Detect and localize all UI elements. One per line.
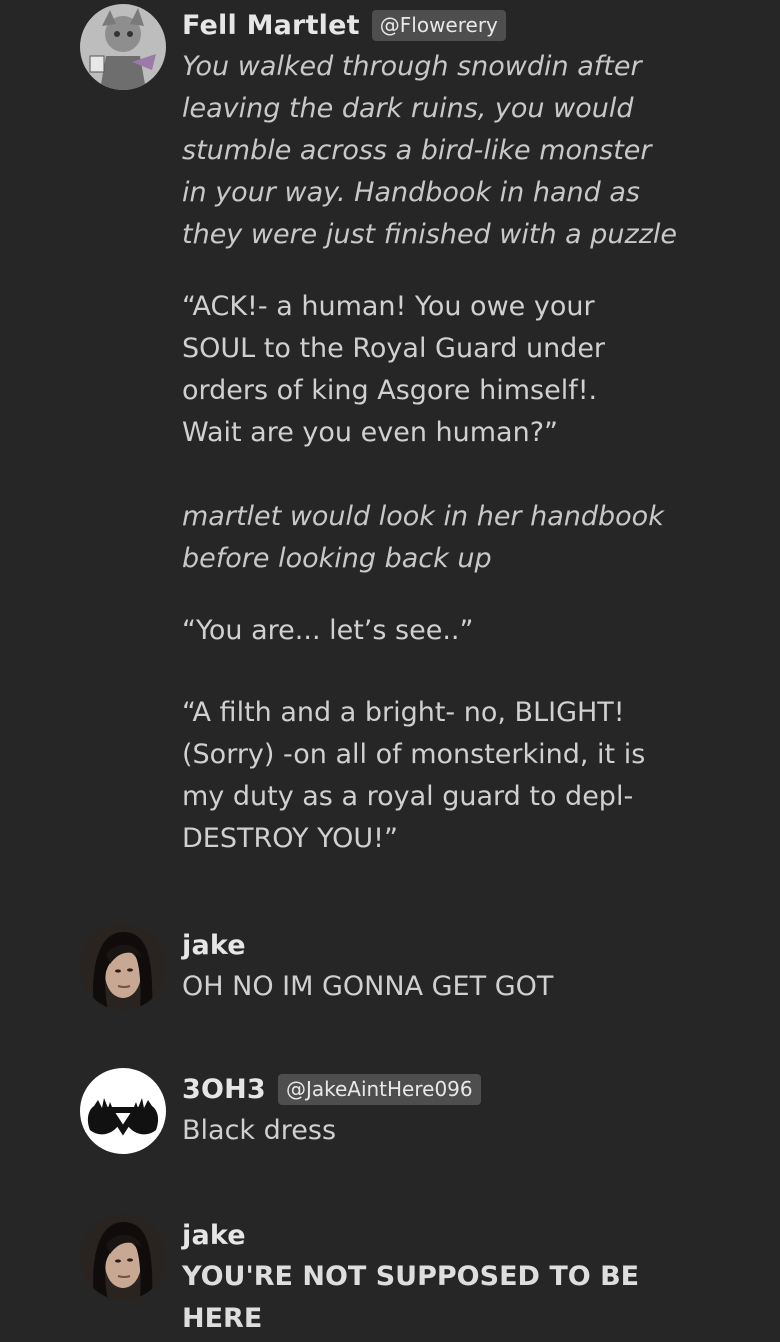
jake-portrait-icon (80, 1214, 166, 1300)
text-line: You walked through snowdin after (182, 51, 642, 82)
text-line: leaving the dark ruins, you would (182, 93, 634, 124)
dialogue-paragraph: “ACK!- a human! You owe your SOUL to the… (182, 286, 762, 454)
hands-triangle-logo-icon (80, 1068, 166, 1154)
author-name[interactable]: Fell Martlet (182, 10, 360, 41)
jake-avatar[interactable] (80, 1214, 166, 1300)
text-line: in your way. Handbook in hand as (182, 177, 640, 208)
martlet-avatar[interactable] (80, 4, 166, 90)
dialogue-paragraph: “A filth and a bright- no, BLIGHT! (Sorr… (182, 692, 762, 860)
text-line: they were just finished with a puzzle (182, 219, 677, 250)
jake-portrait-icon (80, 924, 166, 1010)
text-line: before looking back up (182, 543, 492, 574)
text-line: stumble across a bird-like monster (182, 135, 652, 166)
message-body: YOU'RE NOT SUPPOSED TO BE HERE (182, 1256, 762, 1340)
narration-paragraph: You walked through snowdin after leaving… (182, 46, 762, 256)
martlet-avatar-icon (80, 4, 166, 90)
narration-paragraph: martlet would look in her handbook befor… (182, 496, 762, 580)
text-line: OH NO IM GONNA GET GOT (182, 971, 554, 1002)
author-name[interactable]: 3OH3 (182, 1074, 266, 1105)
author-handle[interactable]: @JakeAintHere096 (277, 1073, 481, 1105)
author-name[interactable]: jake (182, 930, 246, 961)
author-name[interactable]: jake (182, 1220, 246, 1251)
jake-avatar[interactable] (80, 924, 166, 1010)
message-body: You walked through snowdin after leaving… (182, 46, 762, 860)
author-handle[interactable]: @Flowerery (371, 9, 506, 41)
message-body: OH NO IM GONNA GET GOT (182, 966, 762, 1008)
text-line: Black dress (182, 1115, 337, 1146)
text-line: (Sorry) -on all of monsterkind, it is (182, 739, 646, 770)
text-line: my duty as a royal guard to depl- (182, 781, 634, 812)
text-line: Wait are you even human?” (182, 417, 559, 448)
3oh3-avatar[interactable] (80, 1068, 166, 1154)
message-body: Black dress (182, 1110, 762, 1152)
text-line: martlet would look in her handbook (182, 501, 664, 532)
text-line: DESTROY YOU!” (182, 823, 398, 854)
text-line: HERE (182, 1303, 263, 1334)
text-line: YOU'RE NOT SUPPOSED TO BE (182, 1261, 640, 1292)
dialogue-paragraph: “You are... let’s see..” (182, 610, 762, 652)
text-line: “A filth and a bright- no, BLIGHT! (182, 697, 625, 728)
text-line: “You are... let’s see..” (182, 615, 474, 646)
text-line: orders of king Asgore himself!. (182, 375, 598, 406)
text-line: SOUL to the Royal Guard under (182, 333, 606, 364)
text-line: “ACK!- a human! You owe your (182, 291, 595, 322)
